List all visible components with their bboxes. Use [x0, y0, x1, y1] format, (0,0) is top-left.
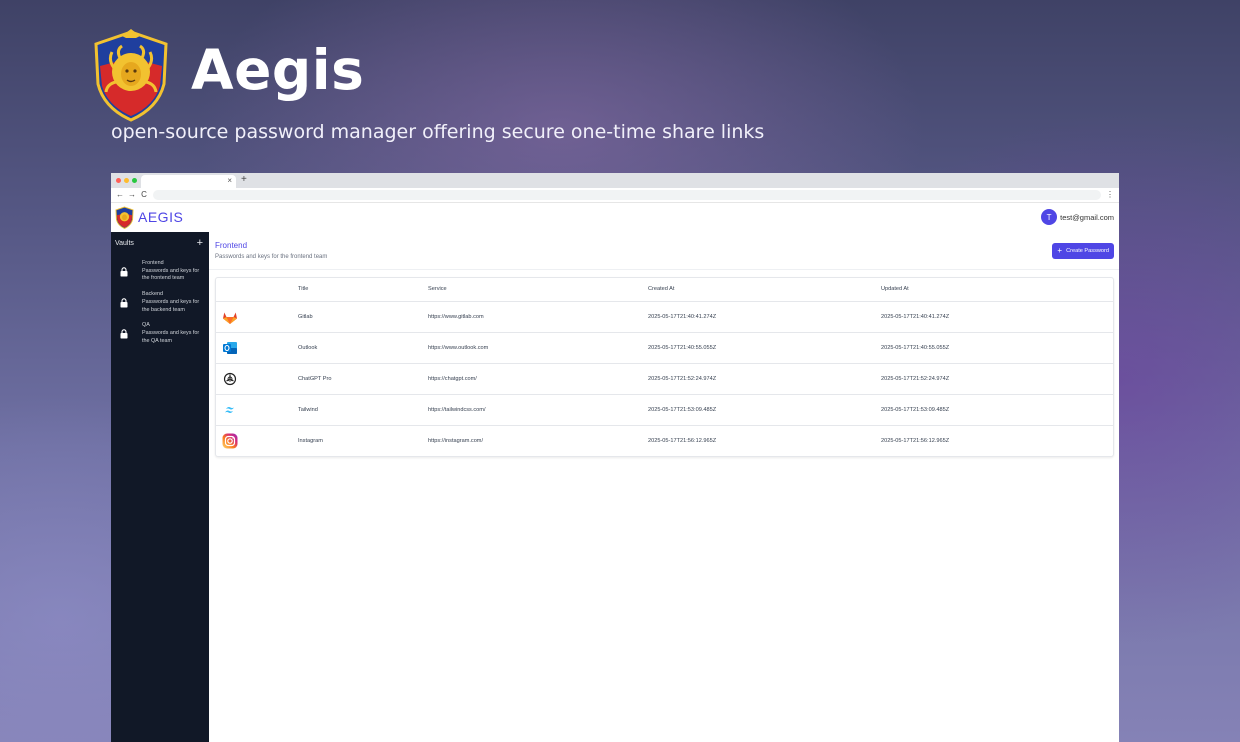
- browser-menu-icon[interactable]: ⋮: [1106, 188, 1114, 202]
- cell-title: ChatGPT Pro: [298, 363, 428, 395]
- create-password-button[interactable]: + Create Password: [1052, 243, 1114, 259]
- cell-created: 2025-05-17T21:40:55.055Z: [648, 332, 881, 364]
- avatar[interactable]: T: [1041, 209, 1058, 225]
- page-description: Passwords and keys for the frontend team: [215, 254, 328, 260]
- cell-service: https://www.gitlab.com: [428, 301, 648, 333]
- cell-title: Outlook: [298, 332, 428, 364]
- reload-icon[interactable]: C: [139, 188, 149, 202]
- column-updated-at: Updated At: [881, 278, 1113, 302]
- chatgpt-icon: [223, 372, 237, 385]
- cell-created: 2025-05-17T21:52:24.974Z: [648, 363, 881, 395]
- address-bar[interactable]: [153, 190, 1101, 200]
- tailwind-icon: [225, 406, 234, 413]
- cell-title: Gitlab: [298, 301, 428, 333]
- lock-icon: [120, 298, 128, 308]
- cell-created: 2025-05-17T21:53:09.485Z: [648, 394, 881, 426]
- vault-list: Frontend Passwords and keys for the fron…: [111, 260, 209, 345]
- cell-created: 2025-05-17T21:56:12.965Z: [648, 437, 717, 444]
- aegis-logo-icon[interactable]: [115, 206, 134, 229]
- close-window-button[interactable]: [116, 178, 121, 183]
- cell-title: Instagram: [298, 437, 323, 444]
- sidebar-item-backend[interactable]: Backend Passwords and keys for the backe…: [111, 291, 209, 314]
- user-menu[interactable]: T test@gmail.com: [1041, 209, 1114, 225]
- vault-name: Backend: [142, 291, 163, 298]
- column-service: Service: [428, 278, 648, 302]
- table-row[interactable]: Gitlab https://www.gitlab.com 2025-05-17…: [216, 301, 1113, 333]
- table-row[interactable]: ChatGPT Pro https://chatgpt.com/ 2025-05…: [216, 363, 1113, 395]
- hero-subtitle: open-source password manager offering se…: [111, 121, 765, 143]
- cell-service: https://chatgpt.com/: [428, 363, 648, 395]
- page-title: Frontend: [215, 241, 248, 250]
- app-name[interactable]: AEGIS: [138, 209, 183, 225]
- passwords-table: Title Service Created At Updated At Gitl…: [215, 277, 1114, 457]
- vault-name: Frontend: [142, 260, 164, 266]
- plus-icon: +: [1057, 246, 1063, 255]
- app-body: Vaults + Frontend Passwords and keys for…: [111, 232, 1119, 742]
- sidebar-title: Vaults: [115, 239, 134, 247]
- sidebar-item-qa[interactable]: QA Passwords and keys for the QA team: [111, 322, 209, 345]
- vault-sidebar: Vaults + Frontend Passwords and keys for…: [111, 232, 209, 742]
- vault-description: Passwords and keys for the frontend team: [142, 267, 200, 282]
- lock-icon: [120, 267, 128, 277]
- cell-created: 2025-05-17T21:40:41.274Z: [648, 301, 881, 333]
- tab-close-icon[interactable]: ×: [227, 175, 232, 187]
- browser-tabbar: × +: [111, 173, 1119, 188]
- hero-title: Aegis: [191, 38, 365, 102]
- instagram-icon: [222, 433, 238, 449]
- user-email: test@gmail.com: [1060, 212, 1114, 222]
- app-header: AEGIS T test@gmail.com: [111, 203, 1119, 231]
- table-header-row: Title Service Created At Updated At: [216, 278, 1113, 302]
- gitlab-icon: [223, 312, 237, 324]
- lock-icon: [120, 329, 128, 339]
- table-row[interactable]: Tailwind https://tailwindcss.com/ 2025-0…: [216, 394, 1113, 426]
- cell-service: https://tailwindcss.com/: [428, 394, 648, 426]
- table-row[interactable]: Instagram https://instagram.com/ 2025-05…: [216, 425, 1113, 456]
- cell-service: https://instagram.com/: [428, 437, 484, 444]
- browser-toolbar: ← → C ⋮: [111, 188, 1119, 203]
- vault-name: QA: [142, 322, 150, 329]
- vault-description: Passwords and keys for the QA team: [142, 329, 200, 344]
- cell-title: Tailwind: [298, 394, 428, 426]
- column-title: Title: [298, 278, 428, 302]
- vault-description: Passwords and keys for the backend team: [142, 298, 200, 313]
- cell-updated: 2025-05-17T21:52:24.974Z: [881, 363, 1113, 395]
- browser-window: × + ← → C ⋮ AEGIS T test@gmail.com Vault…: [111, 173, 1119, 742]
- table-row[interactable]: Outlook https://www.outlook.com 2025-05-…: [216, 332, 1113, 364]
- aegis-shield-logo-icon: [94, 29, 168, 122]
- back-icon[interactable]: ←: [115, 188, 125, 202]
- browser-tab[interactable]: ×: [141, 175, 236, 188]
- vault-main: Frontend Passwords and keys for the fron…: [209, 232, 1119, 742]
- window-controls: [111, 178, 137, 183]
- sidebar-item-frontend[interactable]: Frontend Passwords and keys for the fron…: [111, 260, 209, 283]
- column-created-at: Created At: [648, 278, 881, 302]
- cell-updated: 2025-05-17T21:40:55.055Z: [881, 332, 1113, 364]
- minimize-window-button[interactable]: [124, 178, 129, 183]
- outlook-icon: [223, 341, 237, 354]
- cell-updated: 2025-05-17T21:40:41.274Z: [881, 301, 1113, 333]
- cell-service: https://www.outlook.com: [428, 332, 648, 364]
- add-vault-button[interactable]: +: [197, 238, 203, 249]
- header-divider: [209, 269, 1119, 270]
- forward-icon[interactable]: →: [127, 188, 137, 202]
- create-password-label: Create Password: [1066, 248, 1109, 254]
- column-icon: [216, 278, 298, 302]
- maximize-window-button[interactable]: [132, 178, 137, 183]
- cell-updated: 2025-05-17T21:56:12.965Z: [881, 437, 950, 444]
- new-tab-button[interactable]: +: [241, 174, 247, 186]
- cell-updated: 2025-05-17T21:53:09.485Z: [881, 394, 1113, 426]
